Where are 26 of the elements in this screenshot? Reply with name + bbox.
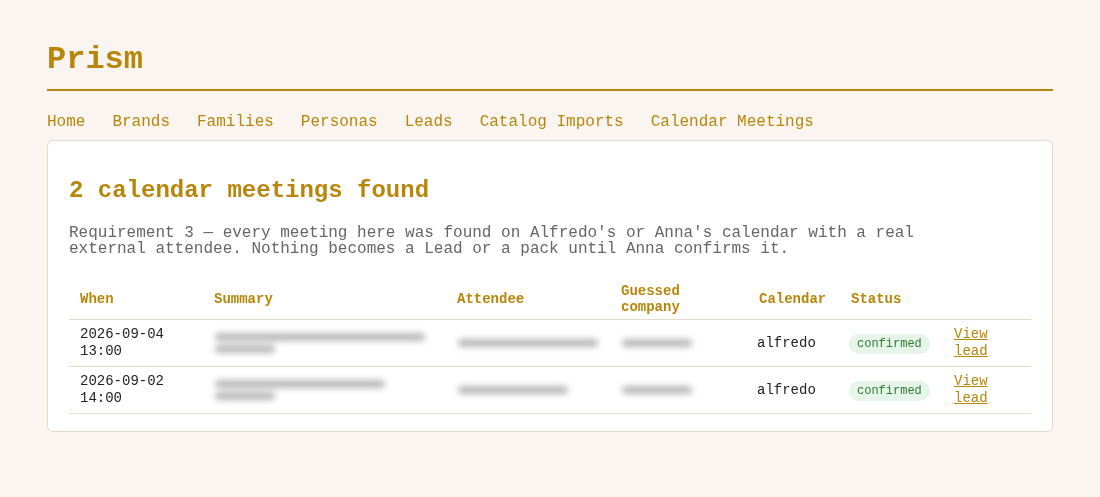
view-lead-link[interactable]: View lead [954, 326, 1004, 360]
status-badge: confirmed [849, 381, 930, 401]
nav-link[interactable]: Catalog Imports [479, 110, 624, 134]
description-text: Requirement 3 — every meeting here was found on Alfredo's or Anna's calendar with a real external attendee. Nothing becomes a Lead or a pack until Anna confirms it. [69, 225, 915, 257]
blurred-text [622, 339, 692, 347]
table-cell: alfredo [748, 319, 840, 367]
status-badge: confirmed [849, 334, 930, 354]
blurred-text [622, 386, 692, 394]
view-lead-link[interactable]: View lead [954, 373, 1004, 407]
page-heading: 2 calendar meetings found [69, 176, 431, 206]
nav-link[interactable]: Calendar Meetings [650, 110, 814, 134]
nav-link[interactable]: Home [47, 110, 86, 134]
column-header: Calendar [748, 279, 840, 320]
column-header: Status [840, 279, 945, 320]
table-cell: alfredo [748, 366, 840, 414]
nav-link[interactable]: Brands [112, 110, 170, 134]
table-cell: 2026-09-02 14:00 [69, 366, 203, 414]
table-cell: 2026-09-04 13:00 [69, 319, 203, 367]
nav-link[interactable]: Personas [300, 110, 378, 134]
column-header: Guessed company [610, 279, 748, 320]
column-header: Attendee [446, 279, 610, 320]
nav-link[interactable]: Leads [404, 110, 453, 134]
column-header: Summary [203, 279, 446, 320]
column-header: When [69, 279, 203, 320]
app-title: Prism [47, 40, 144, 80]
nav-link[interactable]: Families [197, 110, 274, 134]
